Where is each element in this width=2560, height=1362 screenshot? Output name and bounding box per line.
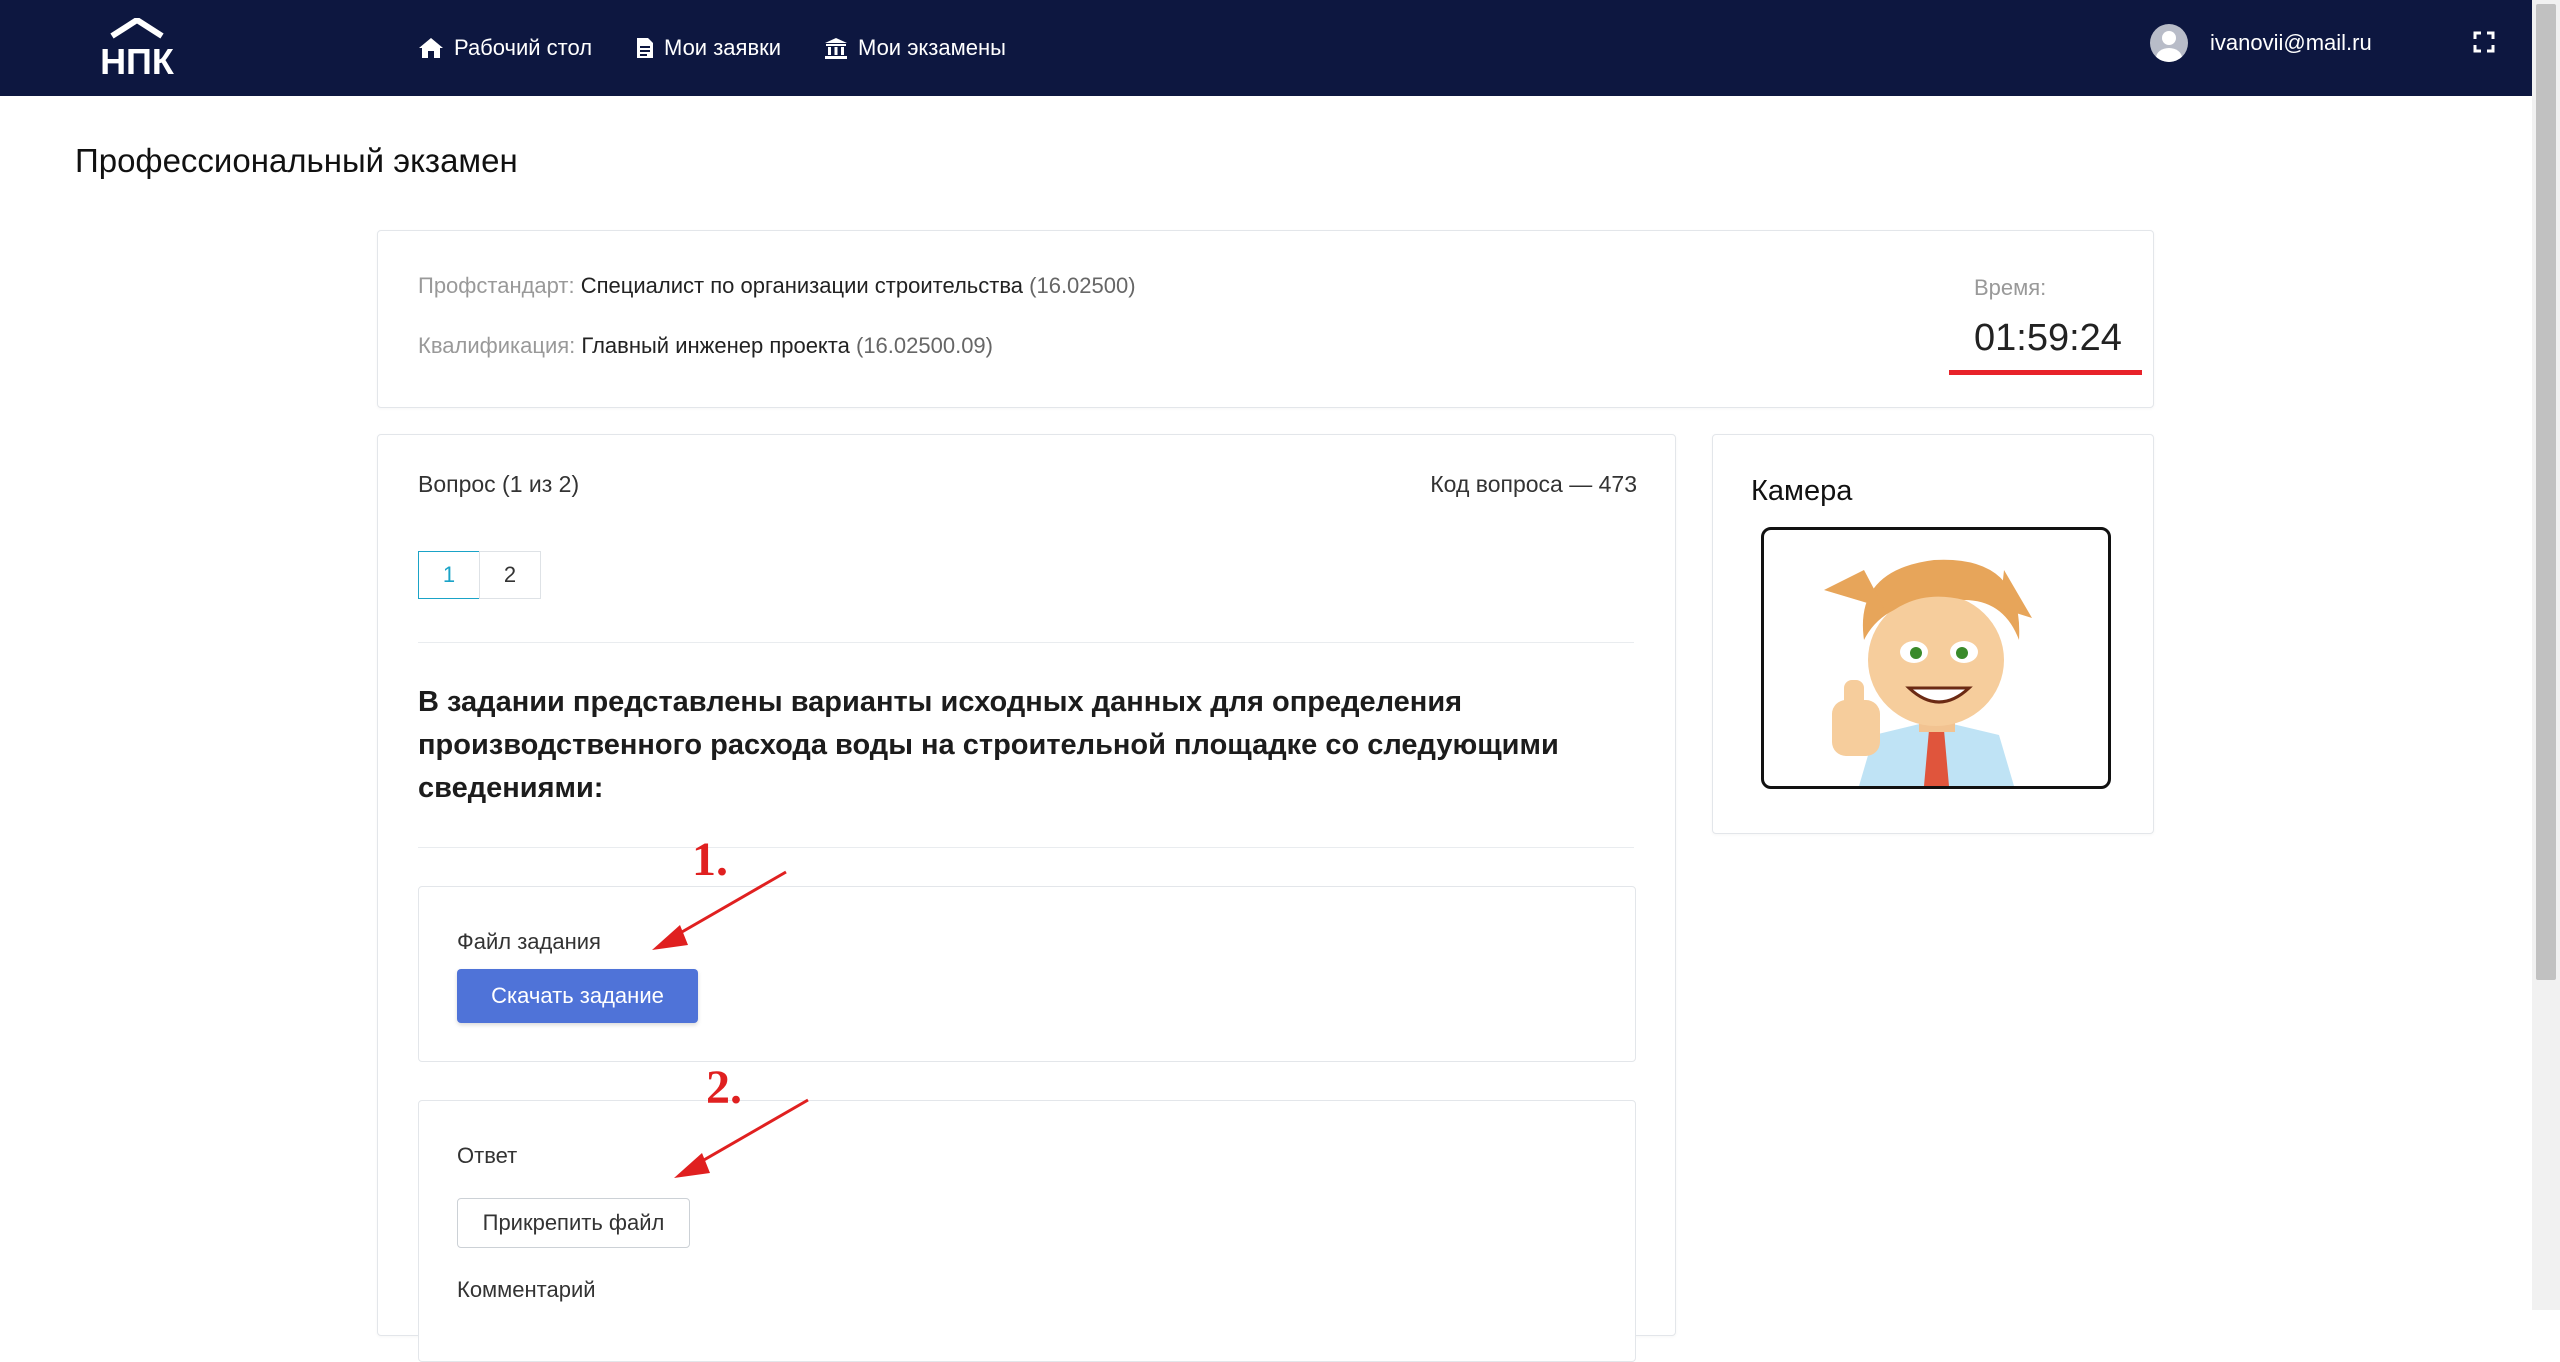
page-button-1[interactable]: 1 — [418, 551, 480, 599]
camera-title: Камера — [1751, 475, 1853, 507]
qualification-row: Квалификация: Главный инженер проекта (1… — [418, 333, 993, 359]
page-title: Профессиональный экзамен — [75, 142, 518, 179]
document-icon — [637, 38, 653, 58]
nav-my-exams[interactable]: Мои экзамены — [824, 30, 1006, 66]
cartoon-avatar-illustration — [1824, 559, 2032, 786]
answer-section: Ответ Прикрепить файл Комментарий — [418, 1100, 1636, 1362]
question-pager: 1 2 — [418, 551, 541, 599]
user-email: ivanovii@mail.ru — [2210, 30, 2372, 55]
attach-file-button[interactable]: Прикрепить файл — [457, 1198, 690, 1248]
nav-my-exams-label: Мои экзамены — [858, 35, 1006, 60]
divider — [418, 847, 1634, 848]
annotation-step-1: 1. — [692, 833, 728, 886]
question-code: Код вопроса — 473 — [1430, 471, 1637, 497]
nav-desktop[interactable]: Рабочий стол — [418, 30, 592, 66]
user-menu[interactable]: ivanovii@mail.ru — [2150, 22, 2372, 64]
task-file-section: Файл задания Скачать задание — [418, 886, 1636, 1062]
annotation-step-2: 2. — [706, 1061, 742, 1114]
download-task-button[interactable]: Скачать задание — [457, 969, 698, 1023]
page-button-2[interactable]: 2 — [479, 551, 541, 599]
comment-label: Комментарий — [457, 1277, 596, 1302]
svg-text:НПК: НПК — [100, 41, 175, 78]
exam-info-card: Профстандарт: Специалист по организации … — [377, 230, 2154, 408]
timer: 01:59:24 — [1974, 317, 2122, 359]
answer-label: Ответ — [457, 1143, 518, 1168]
qualification-value: Главный инженер проекта — [581, 333, 850, 358]
scrollbar-thumb[interactable] — [2536, 4, 2556, 980]
question-counter: Вопрос (1 из 2) — [418, 471, 580, 497]
time-label: Время: — [1974, 275, 2047, 300]
qualification-code: (16.02500.09) — [856, 333, 993, 358]
timer-highlight-underline — [1949, 370, 2142, 375]
question-card: Вопрос (1 из 2) Код вопроса — 473 1 2 В … — [377, 434, 1676, 1362]
divider — [418, 642, 1634, 643]
task-file-label: Файл задания — [457, 929, 601, 954]
standard-value: Специалист по организации строительства — [580, 273, 1024, 298]
question-text: В задании представлены варианты исходных… — [418, 686, 1559, 804]
institution-icon — [825, 38, 847, 59]
fullscreen-icon[interactable] — [2472, 30, 2496, 54]
camera-card: Камера — [1712, 434, 2154, 834]
standard-row: Профстандарт: Специалист по организации … — [418, 273, 1136, 299]
nav-desktop-label: Рабочий стол — [454, 35, 593, 60]
nav-my-applications-label: Мои заявки — [664, 35, 782, 60]
qualification-label: Квалификация: — [418, 333, 576, 358]
standard-label: Профстандарт: — [418, 273, 575, 298]
company-logo[interactable]: НПК — [82, 18, 192, 78]
camera-preview — [1761, 527, 2111, 789]
nav-my-applications[interactable]: Мои заявки — [636, 30, 781, 66]
standard-code: (16.02500) — [1029, 273, 1136, 298]
home-icon — [419, 38, 443, 58]
avatar — [2150, 24, 2188, 62]
top-navbar: НПК Рабочий стол Мои заявки Мои экзамены… — [0, 0, 2532, 96]
